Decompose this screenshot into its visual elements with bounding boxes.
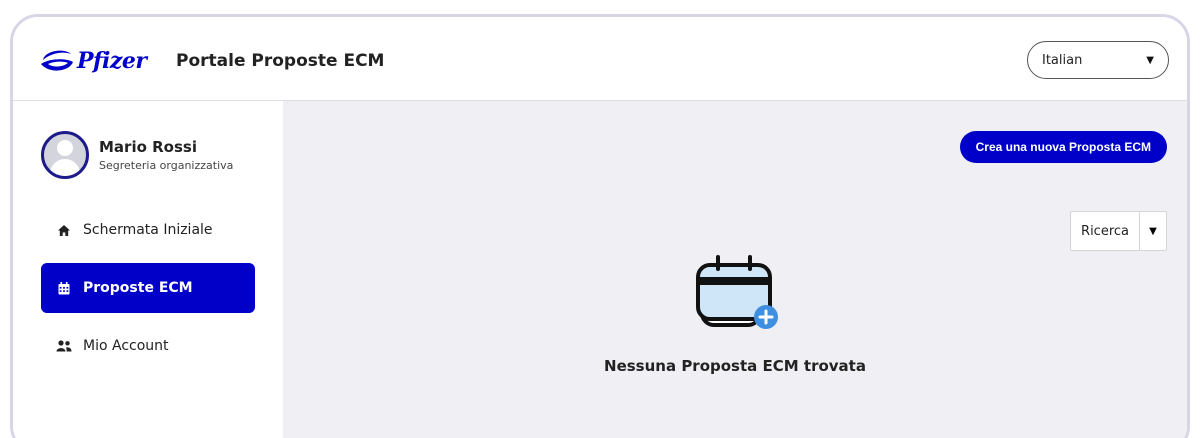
calendar-icon [55,281,73,295]
app-title: Portale Proposte ECM [176,51,385,71]
caret-down-icon[interactable]: ▼ [1140,212,1166,250]
search-label[interactable]: Ricerca [1071,212,1140,250]
sidebar-item-label: Proposte ECM [83,280,193,296]
search-dropdown[interactable]: Ricerca ▼ [1070,211,1167,251]
app-window: Pfizer Portale Proposte ECM Italian ▼ Ma… [10,14,1190,438]
sidebar-item-account[interactable]: Mio Account [41,321,255,371]
caret-down-icon: ▼ [1146,54,1154,66]
users-icon [55,340,73,352]
language-select[interactable]: Italian ▼ [1027,41,1169,79]
sidebar-item-proposte-ecm[interactable]: Proposte ECM [41,263,255,313]
sidebar-item-home[interactable]: Schermata Iniziale [41,205,255,255]
avatar [41,131,89,179]
main-content: Crea una nuova Proposta ECM Ricerca ▼ Ne… [283,101,1187,438]
create-proposal-button[interactable]: Crea una nuova Proposta ECM [959,131,1167,163]
calendar-add-icon [680,251,790,341]
user-role: Segreteria organizzativa [99,159,234,172]
top-bar: Pfizer Portale Proposte ECM Italian ▼ [13,17,1187,101]
empty-state: Nessuna Proposta ECM trovata [283,251,1187,375]
sidebar-item-label: Schermata Iniziale [83,222,213,238]
pfizer-logo[interactable]: Pfizer [39,43,147,79]
empty-message: Nessuna Proposta ECM trovata [604,357,866,375]
sidebar: Mario Rossi Segreteria organizzativa Sch… [13,101,283,438]
sidebar-item-label: Mio Account [83,338,169,354]
user-profile: Mario Rossi Segreteria organizzativa [41,131,233,179]
language-selected: Italian [1042,52,1083,68]
logo-wordmark: Pfizer [77,48,147,74]
pfizer-logo-icon [41,50,73,71]
user-name: Mario Rossi [99,138,197,156]
home-icon [55,224,73,237]
